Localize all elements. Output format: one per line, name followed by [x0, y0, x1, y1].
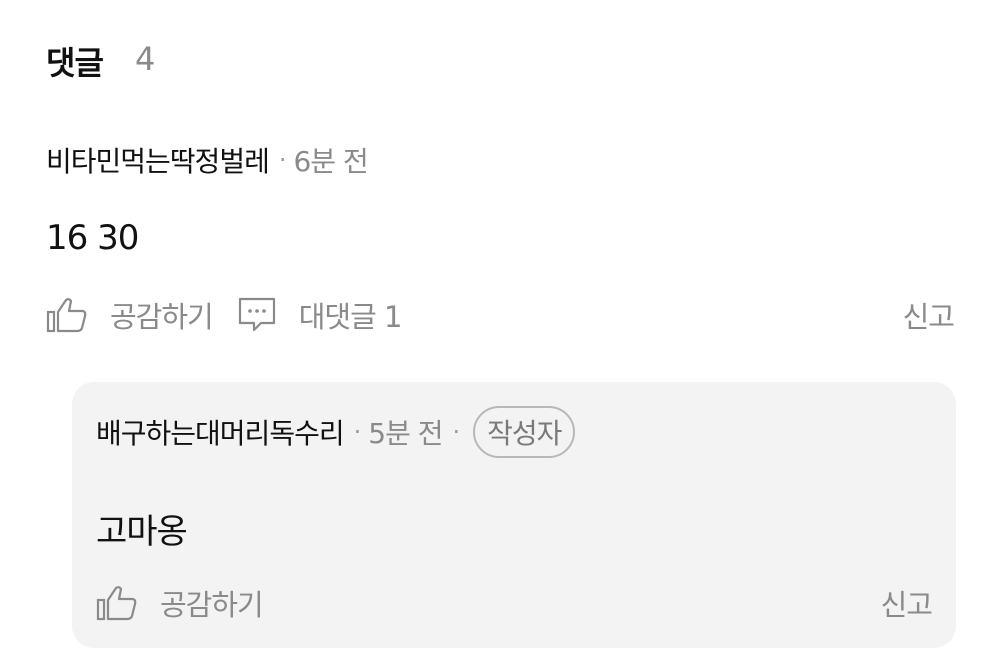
thumbs-up-icon[interactable] — [96, 584, 138, 622]
comment-time: 6분 전 — [293, 145, 368, 178]
report-button[interactable]: 신고 — [881, 582, 933, 624]
comment-author[interactable]: 비타민먹는딱정벌레 — [46, 140, 270, 180]
comments-count: 4 — [135, 40, 156, 78]
thumbs-up-icon[interactable] — [46, 296, 88, 334]
comment-meta: 비타민먹는딱정벌레 · 6분 전 — [46, 140, 369, 180]
meta-separator: · — [452, 418, 461, 446]
reply-text: 고마옹 — [96, 512, 188, 552]
like-button[interactable]: 공감하기 — [110, 294, 214, 336]
meta-separator: · — [278, 146, 287, 174]
reply-meta: 배구하는대머리독수리 · 5분 전 · 작성자 — [96, 406, 576, 458]
reply-author[interactable]: 배구하는대머리독수리 — [96, 412, 345, 452]
speech-bubble-icon[interactable] — [237, 296, 277, 334]
reply-actions: 공감하기 — [96, 582, 264, 624]
reply-time: 5분 전 — [368, 417, 443, 450]
comment-text: 16 30 — [46, 218, 139, 258]
like-button[interactable]: 공감하기 — [160, 582, 264, 624]
comment-actions: 공감하기 대댓글 1 — [46, 294, 403, 336]
comments-title: 댓글 — [46, 44, 104, 82]
author-badge: 작성자 — [473, 406, 576, 458]
meta-separator: · — [353, 418, 362, 446]
reply-button[interactable]: 대댓글 1 — [299, 294, 403, 336]
report-button[interactable]: 신고 — [903, 294, 955, 336]
